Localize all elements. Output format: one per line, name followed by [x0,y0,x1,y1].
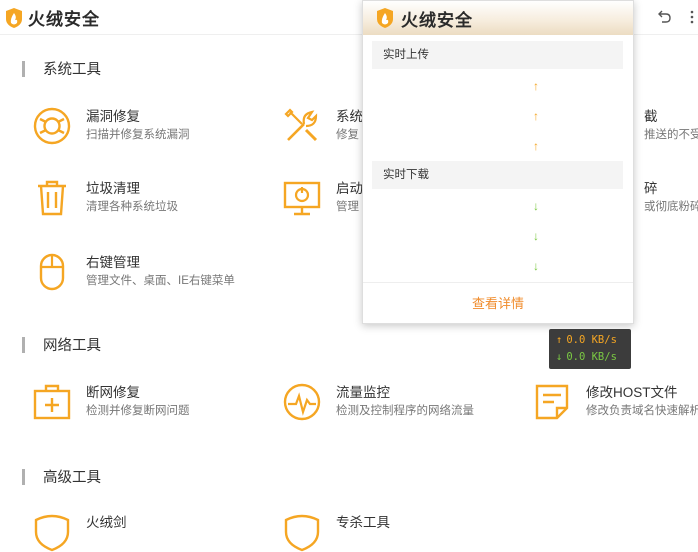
tool-startup-manager[interactable]: 启动 管理 [282,178,363,218]
speedometer-icon [283,383,321,421]
tool-system-repair[interactable]: 系统 修复 [282,106,363,146]
upload-arrow-icon: ↑ [533,109,539,123]
section-system-tools: 系统工具 [22,58,101,79]
tool-vulnerability-fix[interactable]: 漏洞修复 扫描并修复系统漏洞 [32,106,190,146]
upload-arrow-icon: ↑ [533,139,539,153]
monitor-power-icon [283,181,321,216]
wrench-screwdriver-icon [284,108,318,142]
download-speed: 0.0 KB/s [566,351,617,363]
download-arrow-icon: ↓ [533,229,539,243]
upload-speed-row: ↑ 0.0 KB/s [556,334,617,346]
upload-arrow-icon: ↑ [556,334,563,346]
tool-traffic-monitor[interactable]: 流量监控 检测及控制程序的网络流量 [282,382,474,422]
download-arrow-icon: ↓ [533,259,539,273]
section-network-tools: 网络工具 [22,334,101,355]
download-arrow-icon: ↓ [533,199,539,213]
undo-icon[interactable] [656,9,672,25]
flame-logo-icon [6,7,22,28]
tool-huorong-sword[interactable]: 火绒剑 [32,512,127,552]
shield-icon [34,514,70,552]
first-aid-kit-icon [33,384,71,420]
download-speed-row: ↓ 0.0 KB/s [556,351,617,363]
upload-band: 实时上传 [372,41,623,69]
tool-network-repair[interactable]: 断网修复 检测并修复断网问题 [32,382,190,422]
upload-arrow-icon: ↑ [533,79,539,93]
popup-title: 火绒安全 [401,10,473,30]
tool-context-menu[interactable]: 右键管理 管理文件、桌面、IE右键菜单 [32,252,235,292]
trash-icon [38,180,66,216]
menu-icon[interactable] [684,9,698,25]
download-arrow-icon: ↓ [556,351,563,363]
speed-widget[interactable]: ↑ 0.0 KB/s ↓ 0.0 KB/s [549,329,631,369]
app-logo: 火绒安全 [4,5,100,30]
traffic-popup: 火绒安全 实时上传 ↑ ↑ ↑ 实时下载 ↓ ↓ ↓ 查看详情 [362,0,634,324]
popup-header: 火绒安全 [363,1,633,35]
popup-divider [363,282,633,283]
section-advanced-tools: 高级工具 [22,466,101,487]
upload-speed: 0.0 KB/s [566,334,617,346]
tool-junk-clean[interactable]: 垃圾清理 清理各种系统垃圾 [32,178,178,218]
flame-logo-icon [377,8,393,28]
lifebuoy-icon [33,107,71,145]
view-details-link[interactable]: 查看详情 [363,293,633,312]
shield-tool-icon [284,514,320,552]
download-band: 实时下载 [372,161,623,189]
tool-special-kill[interactable]: 专杀工具 [282,512,390,552]
mouse-icon [39,253,65,291]
document-edit-icon [535,384,569,420]
app-title: 火绒安全 [28,10,100,29]
tool-edit-hosts[interactable]: 修改HOST文件 修改负责域名快速解析 [532,382,698,422]
